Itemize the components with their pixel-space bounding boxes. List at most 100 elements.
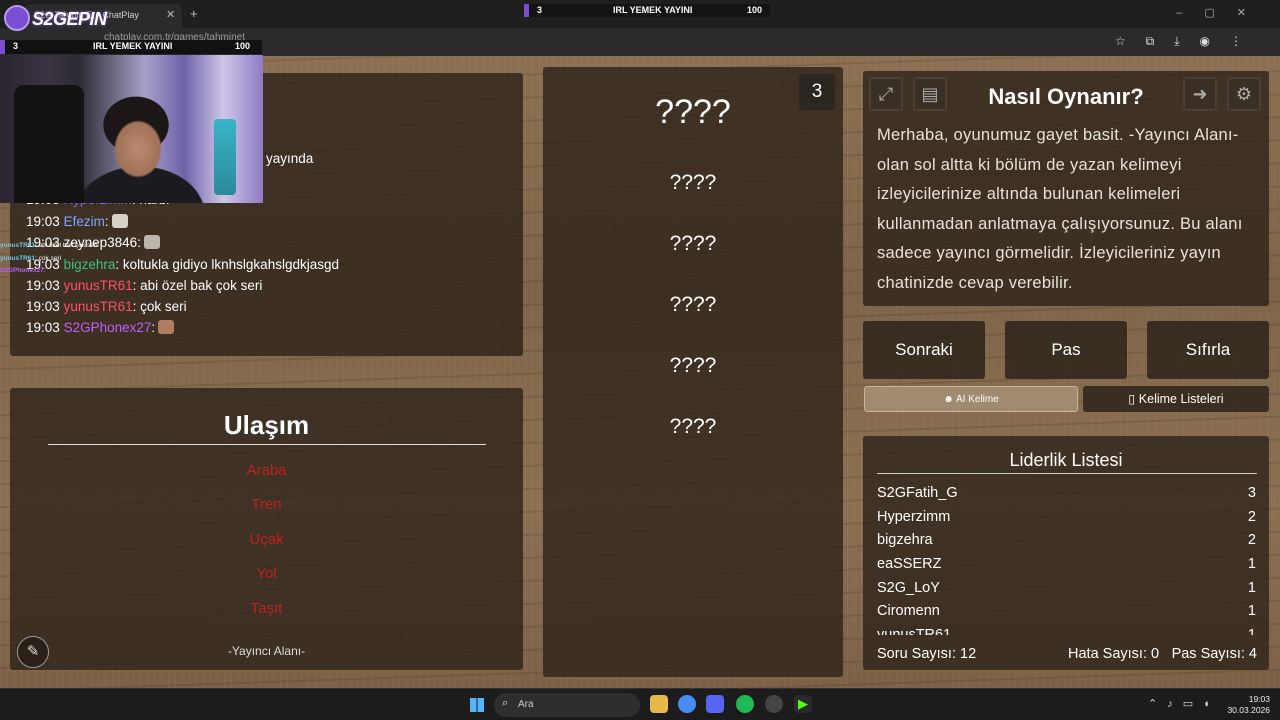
search-icon: ⌕: [502, 697, 509, 709]
player-score: 2: [1247, 532, 1256, 548]
forbidden-word: Taşıt: [250, 600, 283, 617]
forbidden-word: Araba: [246, 462, 287, 479]
obs-icon[interactable]: [765, 695, 783, 713]
chat-text: : çok seri: [132, 299, 187, 314]
leaderboard-list[interactable]: S2GFatih_G 3 Hyperzimm 2 bigzehra 2 eaSSERZ…: [863, 481, 1269, 635]
leaderboard-row: eaSSERZ 1: [877, 552, 1256, 576]
chat-text: : abi özel bak çok seri: [132, 278, 263, 293]
settings-icon[interactable]: ⚙: [1227, 77, 1261, 111]
main-hidden-word: ????: [655, 93, 731, 131]
player-name: Ciromenn: [877, 603, 940, 619]
overlay-points: 100: [234, 41, 250, 51]
stream-logo: S2GEPIN: [32, 9, 107, 29]
chat-time: 19:03: [26, 320, 60, 335]
chat-user[interactable]: S2GPhonex27: [64, 320, 152, 335]
pass-button[interactable]: Pas: [1005, 321, 1127, 379]
notes-icon[interactable]: ▤: [913, 77, 947, 111]
chat-time: 19:03: [26, 278, 60, 293]
chat-message: 19:03 S2GPhonex27:: [26, 320, 175, 335]
chat-user[interactable]: Efezim: [64, 214, 105, 229]
clock-date: 30.03.2026: [1227, 705, 1270, 715]
chat-text: yayında: [266, 151, 314, 166]
webcam-feed: [0, 55, 263, 203]
leaderboard-row: yunusTR61 1: [877, 623, 1256, 635]
discord-icon[interactable]: [706, 695, 724, 713]
stream-bar-title: IRL YEMEK YAYINI: [613, 5, 693, 15]
chat-message: yayında: [266, 151, 313, 166]
player-score: 3: [1247, 485, 1256, 501]
tab-word-lists[interactable]: ▯ Kelime Listeleri: [1083, 386, 1269, 412]
forbidden-word: Tren: [251, 496, 282, 513]
chrome-icon[interactable]: [678, 695, 696, 713]
leaderboard-row: Hyperzimm 2: [877, 505, 1256, 529]
chat-time: 19:03: [26, 299, 60, 314]
exit-icon[interactable]: ➜: [1183, 77, 1217, 111]
overlay-chat-user: yunusTR61: [0, 255, 36, 262]
leaderboard-row: S2G_LoY 1: [877, 576, 1256, 600]
gaming-chair: [14, 85, 84, 203]
emote-icon: [143, 235, 160, 249]
hidden-word: ????: [669, 232, 717, 255]
player-name: S2G_LoY: [877, 580, 940, 596]
leaderboard-row: bigzehra 2: [877, 528, 1256, 552]
tab-close-icon[interactable]: ✕: [166, 8, 175, 21]
overlay-chat-user: yunusTR61: [0, 242, 36, 249]
tab-label: AI Kelime: [955, 394, 999, 405]
error-count: Hata Sayısı: 0: [1068, 646, 1160, 662]
leaderboard-row: Ciromenn 1: [877, 599, 1256, 623]
chat-user[interactable]: yunusTR61: [64, 299, 133, 314]
divider: [48, 444, 486, 445]
forbidden-word: Uçak: [249, 531, 284, 548]
how-to-play-title: Nasıl Oynanır?: [988, 84, 1144, 109]
windows-start-icon[interactable]: [470, 698, 484, 712]
toolbar-icons[interactable]: ☆⧉⤓◉⋮: [1115, 34, 1262, 49]
hidden-word: ????: [669, 354, 717, 377]
system-tray-icons[interactable]: ⌃♪▭◖: [1148, 697, 1220, 710]
overlay-number: 3: [13, 41, 19, 51]
overlay-chat-user: S2GPhonex27: [0, 267, 44, 274]
chat-user[interactable]: yunusTR61: [64, 278, 133, 293]
search-placeholder: Ara: [518, 699, 534, 710]
streamer-area-label: -Yayıncı Alanı-: [227, 644, 306, 658]
desk-light: [214, 119, 236, 195]
chat-message: 19:03 yunusTR61: çok seri: [26, 299, 187, 314]
chat-time: 19:03: [26, 214, 60, 229]
chat-user[interactable]: bigzehra: [64, 257, 116, 272]
stream-bar-number: 3: [537, 5, 543, 15]
new-tab-icon[interactable]: +: [190, 6, 198, 21]
leaderboard-row: S2GFatih_G 3: [877, 481, 1256, 505]
target-word: Ulaşım: [223, 410, 310, 440]
player-score: 1: [1247, 627, 1256, 635]
pass-count: Pas Sayısı: 4: [1171, 646, 1257, 662]
reset-button[interactable]: Sıfırla: [1147, 321, 1269, 379]
next-button[interactable]: Sonraki: [863, 321, 985, 379]
taskbar-search[interactable]: ⌕ Ara: [494, 693, 640, 717]
guess-words-panel: 3 ???? ???? ???? ???? ???? ????: [543, 67, 843, 677]
chat-message: 19:03 Efezim:: [26, 214, 128, 229]
player-score: 1: [1247, 580, 1256, 596]
clock-time: 19:03: [1248, 694, 1270, 704]
fullscreen-icon[interactable]: ⤢: [869, 77, 903, 111]
clock[interactable]: 19:03 30.03.2026: [1227, 694, 1270, 716]
tab-ai-word[interactable]: ☻ AI Kelime: [864, 386, 1078, 412]
emote-icon: [158, 320, 175, 334]
spotify-icon[interactable]: [736, 695, 754, 713]
player-name: Hyperzimm: [877, 509, 951, 525]
window-controls[interactable]: –▢✕: [1176, 6, 1268, 19]
overlay-goal-bar: 3 IRL YEMEK YAYINI 100: [0, 40, 262, 54]
pin-icon[interactable]: ✎: [17, 636, 49, 668]
divider: [877, 473, 1257, 474]
player-name: eaSSERZ: [877, 556, 942, 572]
chat-message: 19:03 bigzehra: koltukla gidiyo lknhslgk…: [26, 257, 339, 272]
player-name: yunusTR61: [877, 627, 952, 635]
player-score: 1: [1247, 603, 1256, 619]
question-count: Soru Sayısı: 12: [877, 646, 977, 662]
stream-bar-points: 100: [746, 5, 762, 15]
file-explorer-icon[interactable]: [650, 695, 668, 713]
robot-icon: ☻: [943, 394, 954, 405]
hidden-word: ????: [669, 171, 717, 194]
player-score: 1: [1247, 556, 1256, 572]
kick-icon[interactable]: ▶: [794, 695, 812, 713]
chat-text: :: [151, 320, 156, 335]
taskbar: ⌕ Ara ▶ ⌃♪▭◖ 19:03 30.03.2026: [0, 688, 1280, 720]
